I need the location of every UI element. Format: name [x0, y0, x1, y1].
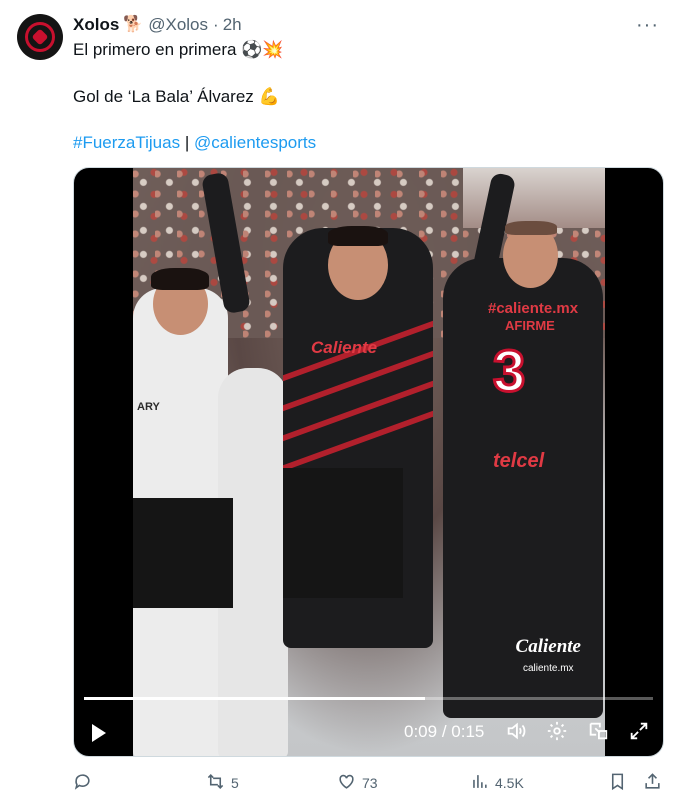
player-main-hair — [328, 226, 388, 246]
tweet-text-line-1: El primero en primera ⚽💥 — [73, 40, 284, 59]
tweet-time[interactable]: 2h — [223, 14, 242, 36]
volume-icon[interactable] — [504, 720, 528, 748]
jersey-back-text: ARY — [137, 401, 160, 413]
share-button[interactable] — [643, 772, 662, 794]
play-icon[interactable] — [92, 724, 106, 742]
retweet-count: 5 — [231, 775, 239, 791]
tweet: Xolos 🐕 @Xolos · 2h ··· El primero en pr… — [0, 0, 681, 808]
avatar[interactable] — [17, 14, 63, 60]
retweet-button[interactable]: 5 — [206, 772, 239, 794]
video-player[interactable]: #caliente.mx AFIRME 3 telcel Caliente AR… — [73, 167, 664, 757]
tweet-header: Xolos 🐕 @Xolos · 2h — [73, 14, 242, 36]
player-right-hair — [505, 221, 557, 235]
author-badge-emoji: 🐕 — [123, 16, 144, 33]
fullscreen-icon[interactable] — [627, 720, 651, 748]
watermark-domain: caliente.mx — [522, 663, 574, 674]
like-button[interactable]: 73 — [337, 772, 378, 794]
retweet-icon — [206, 772, 225, 794]
jersey-sponsor-front: Caliente — [311, 338, 378, 357]
progress-fill — [84, 697, 426, 700]
progress-bar[interactable] — [84, 697, 653, 700]
bookmark-button[interactable] — [608, 772, 627, 794]
views-count: 4.5K — [495, 775, 524, 791]
player-left-shorts — [133, 498, 233, 608]
current-time: 0:09 — [404, 722, 438, 741]
action-bar: 5 73 4.5K — [73, 772, 663, 796]
video-frame[interactable]: #caliente.mx AFIRME 3 telcel Caliente AR… — [133, 168, 605, 756]
settings-icon[interactable] — [545, 720, 569, 748]
author-handle[interactable]: @Xolos — [148, 14, 208, 36]
reply-icon — [73, 772, 92, 794]
like-icon — [337, 772, 356, 794]
views-icon — [470, 772, 489, 794]
player-left-hair — [151, 268, 209, 290]
author-name[interactable]: Xolos — [73, 14, 119, 36]
more-icon[interactable]: ··· — [636, 14, 659, 37]
video-controls: 0:09 / 0:15 — [74, 716, 663, 750]
reply-button[interactable] — [73, 772, 98, 794]
like-count: 73 — [362, 775, 378, 791]
player-main-shorts — [283, 468, 403, 598]
tweet-text-links: #FuerzaTijuas | @calientesports — [73, 132, 316, 154]
watermark-logo: Caliente — [515, 636, 581, 657]
jersey-number: 3 — [491, 338, 526, 406]
tweet-text-line-2: Gol de ‘La Bala’ Álvarez 💪 — [73, 87, 280, 106]
caliente-watermark: Caliente caliente.mx — [516, 636, 581, 676]
bookmark-icon — [608, 772, 627, 794]
jersey-sponsor-telcel: telcel — [493, 450, 545, 472]
jersey-sponsor-afirme: AFIRME — [505, 318, 555, 333]
duration: 0:15 — [451, 722, 485, 741]
jersey-sponsor-top: #caliente.mx — [488, 300, 579, 317]
dot-separator: · — [213, 15, 219, 34]
time-separator: / — [437, 722, 452, 741]
mention-link[interactable]: @calientesports — [194, 133, 316, 152]
link-divider: | — [180, 133, 194, 152]
views-button[interactable]: 4.5K — [470, 772, 524, 794]
avatar-logo — [25, 22, 55, 52]
video-time: 0:09 / 0:15 — [404, 722, 484, 742]
hashtag-link[interactable]: #FuerzaTijuas — [73, 133, 180, 152]
pip-icon[interactable] — [586, 720, 610, 748]
share-icon — [643, 772, 662, 794]
